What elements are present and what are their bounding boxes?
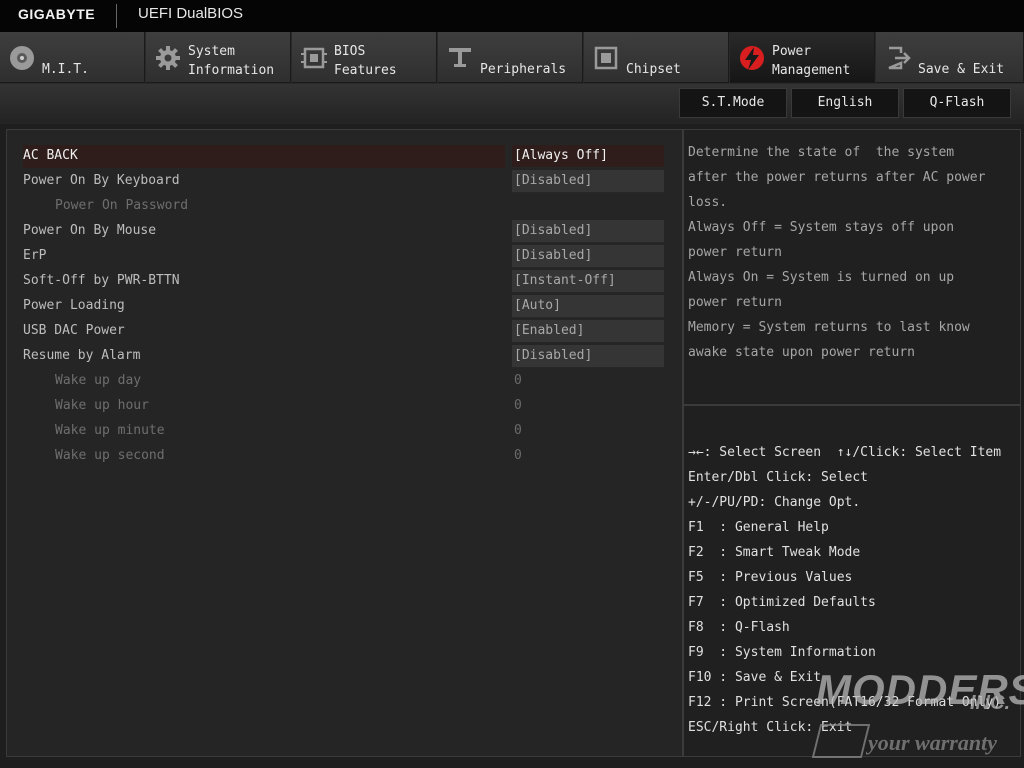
row-highlight xyxy=(23,145,505,168)
tab-chipset[interactable]: Chipset xyxy=(584,32,729,83)
setting-power-loading[interactable]: Power Loading [Auto] xyxy=(23,295,664,319)
setting-power-on-password: Power On Password xyxy=(23,195,663,219)
tab-label: System Information xyxy=(188,44,275,78)
key-help-line: F8 : Q-Flash xyxy=(688,620,790,635)
setting-value: 0 xyxy=(514,448,522,463)
tab-label: Peripherals xyxy=(480,62,567,77)
key-help-line: F5 : Previous Values xyxy=(688,570,853,585)
tab-mit[interactable]: M.I.T. xyxy=(0,32,145,83)
setting-power-on-by-mouse[interactable]: Power On By Mouse [Disabled] xyxy=(23,220,664,244)
help-line: Determine the state of the system xyxy=(688,145,955,160)
tab-label: Save & Exit xyxy=(918,62,1005,77)
setting-wake-up-hour: Wake up hour 0 xyxy=(23,395,663,419)
setting-value: [Disabled] xyxy=(514,248,593,263)
setting-label: Wake up minute xyxy=(55,423,165,438)
help-line: Always Off = System stays off upon xyxy=(688,220,955,235)
help-line: Always On = System is turned on up xyxy=(688,270,955,285)
help-line: loss. xyxy=(688,195,728,210)
key-help-line: F10 : Save & Exit xyxy=(688,670,822,685)
setting-value: [Auto] xyxy=(514,298,561,313)
setting-label: Power On By Mouse xyxy=(23,223,157,238)
settings-panel: AC BACK [Always Off] Power On By Keyboar… xyxy=(6,129,683,757)
gear-icon xyxy=(156,46,180,70)
tab-peripherals[interactable]: Peripherals xyxy=(438,32,583,83)
setting-label: Power On Password xyxy=(55,198,189,213)
key-help-line: F9 : System Information xyxy=(688,645,876,660)
setting-value: 0 xyxy=(514,398,522,413)
setting-soft-off-by-pwr-bttn[interactable]: Soft-Off by PWR-BTTN [Instant-Off] xyxy=(23,270,664,294)
main-tab-bar: M.I.T. System Information BIOS Features … xyxy=(0,32,1024,84)
peripherals-icon xyxy=(449,48,471,67)
key-help-line: F7 : Optimized Defaults xyxy=(688,595,876,610)
setting-usb-dac-power[interactable]: USB DAC Power [Enabled] xyxy=(23,320,664,344)
setting-wake-up-second: Wake up second 0 xyxy=(23,445,663,469)
setting-label: Wake up day xyxy=(55,373,142,388)
setting-erp[interactable]: ErP [Disabled] xyxy=(23,245,664,269)
key-help-line: Enter/Dbl Click: Select xyxy=(688,470,869,485)
setting-label: Soft-Off by PWR-BTTN xyxy=(23,273,180,288)
key-help-line: F2 : Smart Tweak Mode xyxy=(688,545,861,560)
setting-label: Power On By Keyboard xyxy=(23,173,180,188)
tab-save-exit[interactable]: Save & Exit xyxy=(876,32,1024,83)
bios-chip-icon xyxy=(301,47,327,69)
exit-door-icon xyxy=(888,46,911,70)
watermark-text: INC. xyxy=(970,692,1010,714)
setting-value: [Disabled] xyxy=(514,173,593,188)
key-help-line: →←: Select Screen ↑↓/Click: Select Item xyxy=(688,445,1002,460)
qflash-button[interactable]: Q-Flash xyxy=(903,88,1011,118)
setting-value: 0 xyxy=(514,373,522,388)
key-help-line: +/-/PU/PD: Change Opt. xyxy=(688,495,861,510)
brand-logo: GIGABYTE xyxy=(18,6,96,22)
language-button[interactable]: English xyxy=(791,88,899,118)
mit-disc-icon xyxy=(10,46,34,70)
help-line: after the power returns after AC power xyxy=(688,170,986,185)
st-mode-button[interactable]: S.T.Mode xyxy=(679,88,787,118)
help-line: power return xyxy=(688,295,782,310)
setting-wake-up-day: Wake up day 0 xyxy=(23,370,663,394)
setting-wake-up-minute: Wake up minute 0 xyxy=(23,420,663,444)
setting-label: Wake up second xyxy=(55,448,165,463)
setting-value: 0 xyxy=(514,423,522,438)
help-line: awake state upon power return xyxy=(688,345,915,360)
help-description-panel: Determine the state of the system after … xyxy=(683,129,1021,405)
title-separator xyxy=(116,4,117,28)
tab-power-management[interactable]: Power Management xyxy=(730,32,875,83)
setting-label: Resume by Alarm xyxy=(23,348,141,363)
setting-label: Power Loading xyxy=(23,298,125,313)
setting-label: Wake up hour xyxy=(55,398,149,413)
tab-bios-features[interactable]: BIOS Features xyxy=(292,32,437,83)
title-bar: GIGABYTE UEFI DualBIOS xyxy=(0,0,1024,32)
setting-resume-by-alarm[interactable]: Resume by Alarm [Disabled] xyxy=(23,345,664,369)
setting-ac-back[interactable]: AC BACK [Always Off] xyxy=(23,145,664,169)
watermark-box xyxy=(811,724,871,758)
tab-label: Power Management xyxy=(772,44,851,78)
chipset-icon xyxy=(594,46,618,70)
setting-label: AC BACK xyxy=(23,148,78,163)
help-line: power return xyxy=(688,245,782,260)
setting-value: [Enabled] xyxy=(514,323,585,338)
tab-system-information[interactable]: System Information xyxy=(146,32,291,83)
setting-value: [Always Off] xyxy=(514,148,608,163)
setting-label: ErP xyxy=(23,248,47,263)
setting-value: [Disabled] xyxy=(514,223,593,238)
setting-value: [Disabled] xyxy=(514,348,593,363)
help-line: Memory = System returns to last know xyxy=(688,320,970,335)
product-title: UEFI DualBIOS xyxy=(138,5,244,22)
tab-label: M.I.T. xyxy=(42,62,89,77)
mode-bar: S.T.Mode English Q-Flash xyxy=(0,84,1024,124)
setting-power-on-by-keyboard[interactable]: Power On By Keyboard [Disabled] xyxy=(23,170,664,194)
setting-value: [Instant-Off] xyxy=(514,273,616,288)
power-bolt-icon xyxy=(740,46,764,70)
setting-label: USB DAC Power xyxy=(23,323,125,338)
tab-label: Chipset xyxy=(626,62,681,77)
tab-label: BIOS Features xyxy=(334,44,397,78)
watermark-text: your warranty xyxy=(868,730,997,755)
watermark-logo: MODDERS INC. your warranty xyxy=(806,666,1024,762)
key-help-line: F1 : General Help xyxy=(688,520,829,535)
